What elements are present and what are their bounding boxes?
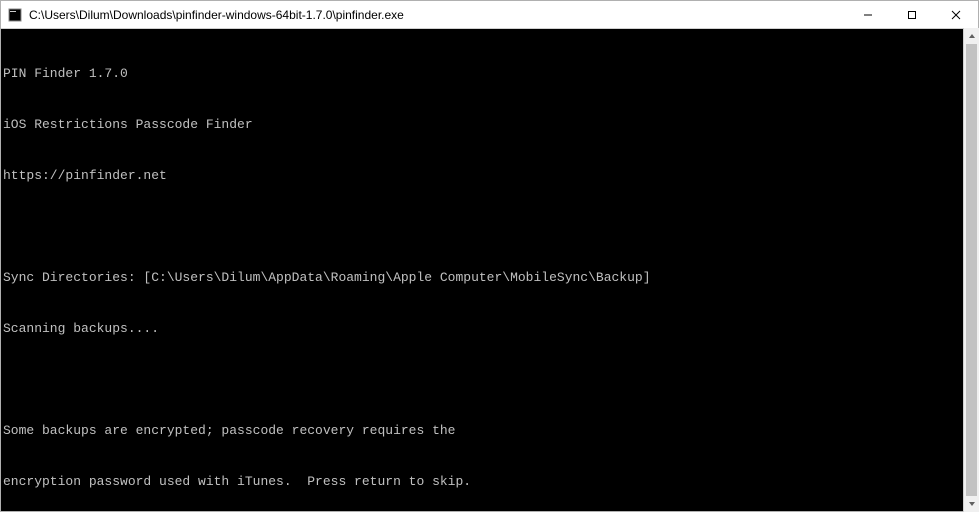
scrollbar-track[interactable] <box>964 44 979 496</box>
titlebar[interactable]: C:\Users\Dilum\Downloads\pinfinder-windo… <box>1 1 978 29</box>
scroll-down-button[interactable] <box>964 496 979 512</box>
terminal-line: PIN Finder 1.7.0 <box>3 65 978 82</box>
app-icon <box>7 7 23 23</box>
window-title: C:\Users\Dilum\Downloads\pinfinder-windo… <box>29 8 846 22</box>
vertical-scrollbar[interactable] <box>963 28 979 512</box>
scrollbar-thumb[interactable] <box>966 44 977 496</box>
terminal-output[interactable]: PIN Finder 1.7.0 iOS Restrictions Passco… <box>1 29 978 511</box>
scroll-up-button[interactable] <box>964 28 979 44</box>
terminal-line: encryption password used with iTunes. Pr… <box>3 473 978 490</box>
console-window: C:\Users\Dilum\Downloads\pinfinder-windo… <box>0 0 979 512</box>
window-controls <box>846 1 978 28</box>
close-button[interactable] <box>934 1 978 28</box>
terminal-line: iOS Restrictions Passcode Finder <box>3 116 978 133</box>
terminal-line: Sync Directories: [C:\Users\Dilum\AppDat… <box>3 269 978 286</box>
maximize-button[interactable] <box>890 1 934 28</box>
terminal-line <box>3 371 978 388</box>
terminal-line <box>3 218 978 235</box>
minimize-button[interactable] <box>846 1 890 28</box>
terminal-line: https://pinfinder.net <box>3 167 978 184</box>
terminal-line: Some backups are encrypted; passcode rec… <box>3 422 978 439</box>
terminal-line: Scanning backups.... <box>3 320 978 337</box>
